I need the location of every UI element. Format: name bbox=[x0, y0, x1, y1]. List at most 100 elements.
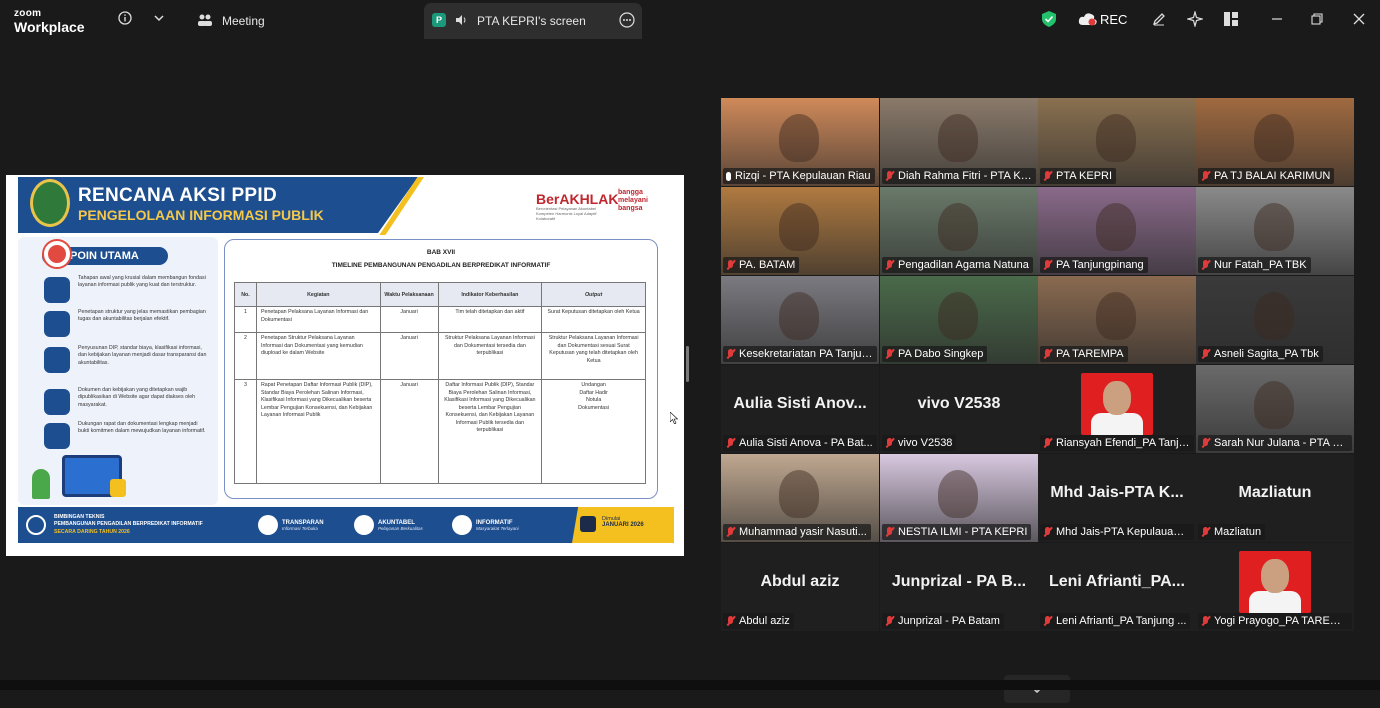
close-icon[interactable] bbox=[1350, 10, 1368, 28]
cloud-record-icon[interactable] bbox=[1078, 11, 1098, 27]
participant-tile[interactable]: Asneli Sagita_PA Tbk bbox=[1196, 276, 1354, 364]
participants-icon[interactable] bbox=[196, 11, 214, 29]
participant-tile[interactable]: Pengadilan Agama Natuna bbox=[880, 187, 1038, 275]
restore-icon[interactable] bbox=[1308, 10, 1326, 28]
cell: Januari bbox=[379, 306, 439, 333]
mic-on-icon bbox=[726, 171, 731, 181]
participant-silhouette bbox=[938, 292, 978, 340]
participant-name: PA. BATAM bbox=[739, 259, 796, 271]
poin-item: Tahapan awal yang krusial dalam membangu… bbox=[44, 275, 214, 313]
participant-name: Riansyah Efendi_PA Tanju... bbox=[1056, 437, 1190, 449]
participant-tile[interactable]: Riansyah Efendi_PA Tanju... bbox=[1038, 365, 1196, 453]
share-tab[interactable]: P PTA KEPRI's screen bbox=[424, 3, 642, 39]
poin-item: Penyusunan DIP, standar biaya, klasifika… bbox=[44, 345, 214, 383]
poin-item: Penetapan struktur yang jelas memastikan… bbox=[44, 309, 214, 347]
cell: 1 bbox=[234, 306, 257, 333]
poin-text: Dukungan rapat dan dokumentasi lengkap m… bbox=[78, 421, 206, 435]
participant-tile[interactable]: NESTIA ILMI - PTA KEPRI bbox=[880, 454, 1038, 542]
participant-tile[interactable]: Abdul aziz Abdul aziz bbox=[721, 543, 879, 631]
brand-big: Workplace bbox=[14, 19, 85, 35]
participant-tile[interactable]: PA TAREMPA bbox=[1038, 276, 1196, 364]
participant-display-name: Aulia Sisti Anov... bbox=[733, 395, 867, 412]
participant-name-label: Leni Afrianti_PA Tanjung ... bbox=[1040, 613, 1191, 629]
participant-name-label: Yogi Prayogo_PA TAREMPA bbox=[1198, 613, 1352, 629]
photo-shirt bbox=[1249, 591, 1301, 613]
minimize-icon[interactable] bbox=[1268, 10, 1286, 28]
participant-tile[interactable]: vivo V2538 vivo V2538 bbox=[880, 365, 1038, 453]
photo-shirt bbox=[1091, 413, 1143, 435]
mic-muted-icon bbox=[885, 437, 894, 449]
cell: 2 bbox=[234, 332, 257, 380]
participant-tile[interactable]: Mhd Jais-PTA K... Mhd Jais-PTA Kepulauan … bbox=[1038, 454, 1196, 542]
calendar-icon bbox=[580, 516, 596, 532]
participant-silhouette bbox=[938, 470, 978, 518]
participant-tile[interactable]: PTA KEPRI bbox=[1038, 98, 1196, 186]
more-options-icon[interactable] bbox=[618, 11, 636, 29]
mouse-cursor-icon bbox=[670, 412, 678, 424]
cell: Penetapan Pelaksana Layanan Informasi da… bbox=[255, 306, 381, 333]
participant-silhouette bbox=[938, 114, 978, 162]
cell: Januari bbox=[379, 379, 439, 484]
footer-bimtek-year: SECARA DARING TAHUN 2026 bbox=[54, 529, 130, 535]
participant-name: Leni Afrianti_PA Tanjung ... bbox=[1056, 615, 1187, 627]
meeting-label[interactable]: Meeting bbox=[222, 14, 265, 28]
participant-tile[interactable]: PA Tanjungpinang bbox=[1038, 187, 1196, 275]
participant-tile[interactable]: PA Dabo Singkep bbox=[880, 276, 1038, 364]
participant-silhouette bbox=[779, 203, 819, 251]
participant-name-label: vivo V2538 bbox=[882, 435, 957, 451]
timeline-title: TIMELINE PEMBANGUNAN PENGADILAN BERPREDI… bbox=[331, 262, 551, 269]
participant-silhouette bbox=[1254, 114, 1294, 162]
participant-tile[interactable]: PA TJ BALAI KARIMUN bbox=[1196, 98, 1354, 186]
speaker-icon bbox=[454, 13, 468, 27]
cell: Rapat Penetapan Daftar Informasi Publik … bbox=[255, 379, 381, 484]
mic-muted-icon bbox=[885, 615, 894, 627]
participant-tile[interactable]: Diah Rahma Fitri - PTA Ke... bbox=[880, 98, 1038, 186]
poin-item: Dokumen dan kebijakan yang ditetapkan wa… bbox=[44, 387, 214, 425]
participant-name-label: PA TAREMPA bbox=[1040, 346, 1128, 362]
slide-subtitle: PENGELOLAAN INFORMASI PUBLIK bbox=[78, 207, 324, 223]
value-chip: AKUNTABEL Pelayanan Berkualitas bbox=[354, 515, 423, 535]
participant-tile[interactable]: Sarah Nur Julana - PTA K... bbox=[1196, 365, 1354, 453]
participant-name-label: Diah Rahma Fitri - PTA Ke... bbox=[882, 168, 1036, 184]
shield-security-icon[interactable] bbox=[1040, 10, 1058, 28]
people-icon bbox=[452, 515, 472, 535]
participant-tile[interactable]: Yogi Prayogo_PA TAREMPA bbox=[1196, 543, 1354, 631]
layout-view-icon[interactable] bbox=[1222, 10, 1240, 28]
participant-tile[interactable]: Muhammad yasir Nasuti... bbox=[721, 454, 879, 542]
participant-silhouette bbox=[1096, 203, 1136, 251]
participant-tile[interactable]: PA. BATAM bbox=[721, 187, 879, 275]
panel-resize-handle[interactable] bbox=[686, 346, 689, 382]
info-icon[interactable] bbox=[116, 9, 134, 27]
shield-check-icon bbox=[44, 423, 70, 449]
rec-label[interactable]: REC bbox=[1100, 12, 1127, 27]
annotate-pen-icon[interactable] bbox=[1150, 10, 1168, 28]
participant-tile[interactable]: Junprizal - PA B... Junprizal - PA Batam bbox=[880, 543, 1038, 631]
participant-tile[interactable]: Rizqi - PTA Kepulauan Riau bbox=[721, 98, 879, 186]
mic-muted-icon bbox=[1043, 259, 1052, 271]
participant-display-name: Mazliatun bbox=[1238, 484, 1312, 501]
table-row: 2 Penetapan Struktur Pelaksana Layanan I… bbox=[234, 332, 646, 380]
berakhlak-logo: BerAKHLAK bbox=[536, 191, 619, 207]
cell: Tim telah ditetapkan dan aktif bbox=[437, 306, 543, 333]
participant-tile[interactable]: Mazliatun Mazliatun bbox=[1196, 454, 1354, 542]
ai-companion-icon[interactable] bbox=[1186, 10, 1204, 28]
participant-name: Kesekretariatan PA Tanjun... bbox=[739, 348, 873, 360]
participant-tile[interactable]: Nur Fatah_PA TBK bbox=[1196, 187, 1354, 275]
cell: Surat Keputusan ditetapkan oleh Ketua bbox=[541, 306, 646, 333]
mic-muted-icon bbox=[1201, 170, 1210, 182]
participant-name-label: Nur Fatah_PA TBK bbox=[1198, 257, 1311, 273]
participant-tile[interactable]: Kesekretariatan PA Tanjun... bbox=[721, 276, 879, 364]
participant-tile[interactable]: Aulia Sisti Anov... Aulia Sisti Anova - P… bbox=[721, 365, 879, 453]
participant-tile[interactable]: Leni Afrianti_PA... Leni Afrianti_PA Tanj… bbox=[1038, 543, 1196, 631]
chevron-down-icon[interactable] bbox=[150, 9, 168, 27]
mic-muted-icon bbox=[1043, 170, 1052, 182]
chip-sub: Informasi Terbuka bbox=[282, 525, 318, 531]
cell: Undangan Daftar Hadir Notula Dokumentasi bbox=[541, 379, 646, 484]
mic-muted-icon bbox=[885, 170, 894, 182]
participant-name-label: Aulia Sisti Anova - PA Bat... bbox=[723, 435, 877, 451]
participant-name: Mhd Jais-PTA Kepulauan ... bbox=[1056, 526, 1190, 538]
participant-name: Asneli Sagita_PA Tbk bbox=[1214, 348, 1319, 360]
poin-text: Penetapan struktur yang jelas memastikan… bbox=[78, 309, 206, 323]
lock-icon bbox=[110, 479, 126, 497]
chip-sub: Masyarakat Terlayani bbox=[476, 525, 519, 531]
